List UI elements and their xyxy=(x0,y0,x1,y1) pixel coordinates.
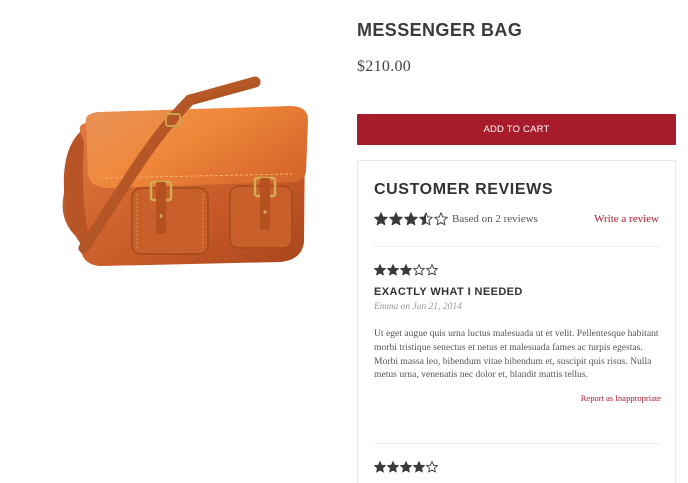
review-rating-stars xyxy=(374,461,661,474)
product-title: MESSENGER BAG xyxy=(357,20,523,40)
review-date: Jan 21, 2014 xyxy=(412,302,462,312)
star-full-icon xyxy=(404,212,418,226)
review-on-text: on xyxy=(400,302,411,312)
star-full-icon xyxy=(374,264,386,276)
review-rating-stars xyxy=(374,264,661,277)
star-empty-icon xyxy=(413,264,425,276)
star-full-icon xyxy=(400,461,412,473)
review-title: EXACTLY WHAT I NEEDED xyxy=(374,286,523,298)
star-full-icon xyxy=(387,461,399,473)
review-item: EXACTLY WHAT I NEEDED Emma on Jan 21, 20… xyxy=(374,264,661,403)
messenger-bag-image xyxy=(62,76,308,266)
review-body: Ut eget augue quis urna luctus malesuada… xyxy=(374,328,659,381)
star-empty-icon xyxy=(426,461,438,473)
review-item xyxy=(374,461,661,474)
star-full-icon xyxy=(413,461,425,473)
review-meta: Emma on Jan 21, 2014 xyxy=(374,302,661,312)
star-half-icon xyxy=(419,212,433,226)
write-review-link[interactable]: Write a review xyxy=(594,213,659,225)
star-empty-icon xyxy=(426,264,438,276)
add-to-cart-button[interactable]: ADD TO CART xyxy=(357,114,676,145)
star-full-icon xyxy=(389,212,403,226)
star-full-icon xyxy=(387,264,399,276)
reviews-divider xyxy=(374,246,661,247)
product-image xyxy=(40,70,330,285)
reviews-divider xyxy=(374,443,661,444)
star-full-icon xyxy=(374,461,386,473)
average-rating-stars xyxy=(374,212,449,227)
product-price: $210.00 xyxy=(357,58,412,75)
customer-reviews-panel: CUSTOMER REVIEWS Based on 2 reviews Writ… xyxy=(357,160,676,483)
reviews-heading: CUSTOMER REVIEWS xyxy=(374,181,554,198)
star-empty-icon xyxy=(434,212,448,226)
star-full-icon xyxy=(400,264,412,276)
star-full-icon xyxy=(374,212,388,226)
report-inappropriate-link[interactable]: Report as Inappropriate xyxy=(374,393,661,403)
review-count-text: Based on 2 reviews xyxy=(452,213,538,225)
review-author: Emma xyxy=(374,302,399,312)
